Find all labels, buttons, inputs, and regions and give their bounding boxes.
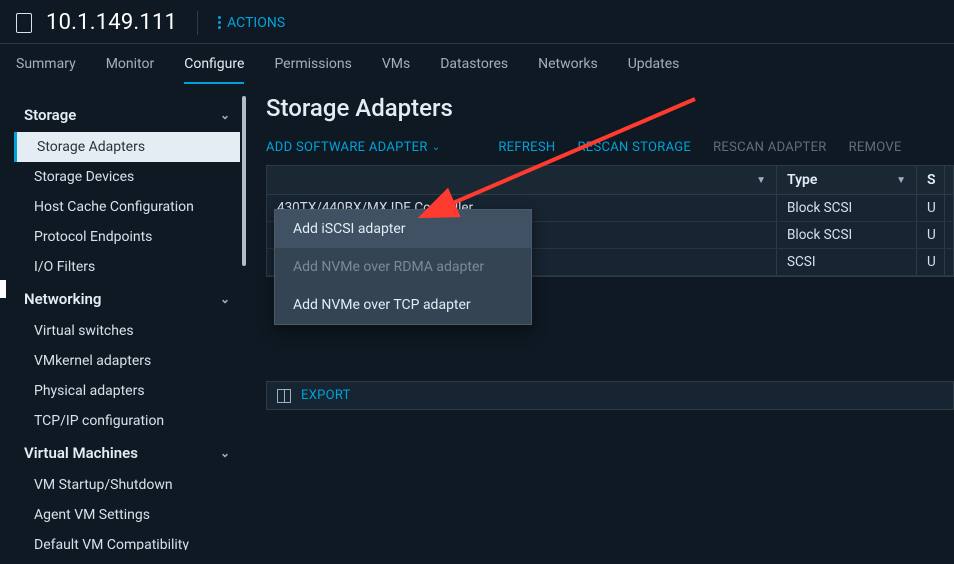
sidebar-scrollbar[interactable] — [242, 96, 246, 266]
add-software-adapter-button[interactable]: ADD SOFTWARE ADAPTER ⌄ — [266, 140, 440, 155]
header: 10.1.149.111 ACTIONS — [0, 0, 954, 44]
tab-configure[interactable]: Configure — [184, 56, 244, 84]
tab-datastores[interactable]: Datastores — [440, 56, 508, 84]
sidebar-item-tcp-ip-configuration[interactable]: TCP/IP configuration — [14, 406, 240, 436]
chevron-down-icon: ⌄ — [432, 142, 441, 153]
table-header: ▼ Type ▼ S — [267, 166, 953, 195]
add-software-adapter-label: ADD SOFTWARE ADAPTER — [266, 140, 428, 155]
add-adapter-dropdown: Add iSCSI adapterAdd NVMe over RDMA adap… — [274, 209, 532, 325]
chevron-down-icon: ⌄ — [220, 108, 230, 122]
page-title: Storage Adapters — [266, 94, 954, 122]
dropdown-item-add-nvme-over-rdma-adapter: Add NVMe over RDMA adapter — [275, 248, 531, 286]
rescan-storage-button[interactable]: RESCAN STORAGE — [577, 140, 691, 155]
sidebar-item-vmkernel-adapters[interactable]: VMkernel adapters — [14, 346, 240, 376]
cell-type: Block SCSI — [777, 222, 917, 248]
sidebar-item-storage-devices[interactable]: Storage Devices — [14, 162, 240, 192]
sidebar-item-vm-startup-shutdown[interactable]: VM Startup/Shutdown — [14, 470, 240, 500]
sidebar-item-storage-adapters[interactable]: Storage Adapters — [14, 132, 240, 162]
header-type-label: Type — [787, 172, 817, 188]
sidebar-item-protocol-endpoints[interactable]: Protocol Endpoints — [14, 222, 240, 252]
tab-vms[interactable]: VMs — [382, 56, 410, 84]
remove-button[interactable]: REMOVE — [849, 140, 902, 155]
header-status[interactable]: S — [917, 166, 945, 194]
rescan-adapter-button[interactable]: RESCAN ADAPTER — [713, 140, 826, 155]
sidebar-item-host-cache-configuration[interactable]: Host Cache Configuration — [14, 192, 240, 222]
tab-summary[interactable]: Summary — [16, 56, 76, 84]
refresh-button[interactable]: REFRESH — [498, 140, 555, 155]
separator — [197, 11, 198, 35]
filter-icon[interactable]: ▼ — [756, 175, 766, 186]
tab-permissions[interactable]: Permissions — [274, 56, 351, 84]
header-type[interactable]: Type ▼ — [777, 166, 917, 194]
selection-indicator — [0, 280, 6, 298]
export-bar: EXPORT — [266, 381, 954, 410]
toolbar: ADD SOFTWARE ADAPTER ⌄ REFRESH RESCAN ST… — [266, 140, 954, 165]
tab-monitor[interactable]: Monitor — [106, 56, 155, 84]
sidebar-item-agent-vm-settings[interactable]: Agent VM Settings — [14, 500, 240, 530]
header-status-label: S — [927, 172, 936, 188]
chevron-down-icon: ⌄ — [220, 446, 230, 460]
dropdown-item-add-nvme-over-tcp-adapter[interactable]: Add NVMe over TCP adapter — [275, 286, 531, 324]
actions-label: ACTIONS — [227, 15, 285, 31]
tab-networks[interactable]: Networks — [538, 56, 598, 84]
chevron-down-icon: ⌄ — [220, 292, 230, 306]
cell-status: U — [917, 195, 945, 221]
actions-menu-icon — [218, 16, 221, 29]
cell-type: Block SCSI — [777, 195, 917, 221]
cell-status: U — [917, 222, 945, 248]
sidebar-section-networking[interactable]: Networking⌄ — [14, 282, 240, 316]
header-model[interactable]: ▼ — [267, 166, 777, 194]
filter-icon[interactable]: ▼ — [896, 175, 906, 186]
sidebar-item-default-vm-compatibility[interactable]: Default VM Compatibility — [14, 530, 240, 550]
sidebar-item-virtual-switches[interactable]: Virtual switches — [14, 316, 240, 346]
sidebar-item-physical-adapters[interactable]: Physical adapters — [14, 376, 240, 406]
host-icon — [16, 13, 32, 33]
sidebar-section-storage[interactable]: Storage⌄ — [14, 98, 240, 132]
tab-updates[interactable]: Updates — [628, 56, 680, 84]
export-button[interactable]: EXPORT — [301, 388, 351, 403]
host-ip: 10.1.149.111 — [46, 10, 177, 35]
columns-icon[interactable] — [277, 389, 291, 403]
sidebar-item-i-o-filters[interactable]: I/O Filters — [14, 252, 240, 282]
actions-button[interactable]: ACTIONS — [218, 15, 285, 31]
cell-type: SCSI — [777, 249, 917, 275]
cell-status: U — [917, 249, 945, 275]
sidebar-section-virtual-machines[interactable]: Virtual Machines⌄ — [14, 436, 240, 470]
dropdown-item-add-iscsi-adapter[interactable]: Add iSCSI adapter — [275, 210, 531, 248]
tabs: Summary Monitor Configure Permissions VMs Dat… — [0, 44, 954, 84]
sidebar: Storage⌄Storage AdaptersStorage DevicesH… — [0, 84, 248, 550]
